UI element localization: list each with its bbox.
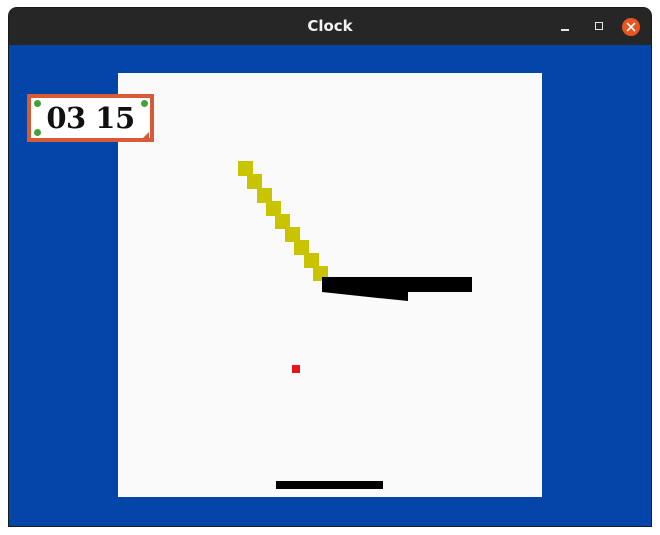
maximize-button[interactable] (590, 17, 608, 35)
title-bar[interactable]: Clock (9, 8, 651, 45)
bottom-paddle[interactable] (276, 481, 383, 489)
close-button[interactable] (622, 18, 640, 36)
snake-trail (238, 161, 328, 281)
window-title: Clock (307, 17, 353, 35)
tilted-black-bar (322, 277, 472, 301)
clock-time: 03 15 (46, 101, 135, 135)
trail-segment (285, 227, 300, 242)
app-window: Clock 03 15 (9, 8, 651, 526)
trail-segment (238, 161, 253, 176)
play-field[interactable] (118, 73, 542, 497)
trail-segment (257, 188, 272, 203)
trail-segment (266, 201, 281, 216)
close-icon (626, 22, 636, 32)
clock-display: 03 15 (27, 94, 154, 142)
play-field-graphics (238, 161, 472, 489)
red-target (292, 365, 300, 373)
trail-segment (304, 253, 319, 268)
trail-segment (294, 240, 309, 255)
game-area: 03 15 (9, 45, 651, 526)
trail-segment (247, 174, 262, 189)
minimize-button[interactable] (556, 17, 574, 35)
trail-segment (275, 214, 290, 229)
